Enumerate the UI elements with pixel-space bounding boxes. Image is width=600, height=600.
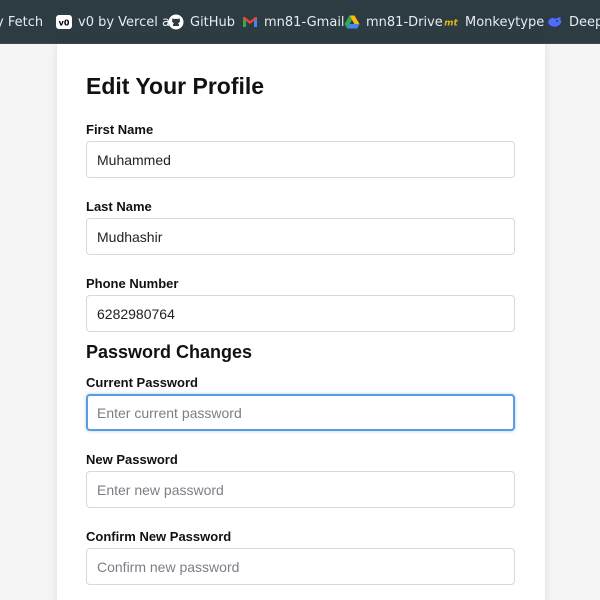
- bookmark-label: mn81-Gmail: [264, 14, 345, 30]
- current-password-label: Current Password: [86, 375, 198, 390]
- drive-icon: [344, 14, 360, 30]
- phone-number-label: Phone Number: [86, 276, 179, 291]
- bookmarks-bar: y Fetch v0 v0 by Vercel ai GitHub mn81-G…: [0, 0, 600, 44]
- bookmark-drive[interactable]: mn81-Drive: [344, 0, 443, 44]
- current-password-input[interactable]: [86, 394, 515, 431]
- bookmark-github[interactable]: GitHub: [168, 0, 235, 44]
- bookmark-gmail[interactable]: mn81-Gmail: [242, 0, 345, 44]
- first-name-label: First Name: [86, 122, 154, 137]
- bookmark-label: y Fetch: [0, 14, 44, 30]
- bookmark-label: v0 by Vercel ai: [78, 14, 174, 30]
- v0-logo-icon: v0: [56, 14, 72, 30]
- bookmark-label: DeepS: [569, 14, 600, 30]
- gmail-icon: [242, 14, 258, 30]
- password-section-title: Password Changes: [86, 342, 253, 362]
- bookmark-fetch[interactable]: y Fetch: [0, 0, 43, 44]
- new-password-label: New Password: [86, 452, 178, 467]
- bookmark-label: Monkeytype: [465, 14, 545, 30]
- bookmark-v0[interactable]: v0 v0 by Vercel ai: [56, 0, 174, 44]
- deepseek-icon: [547, 14, 563, 30]
- new-password-input[interactable]: [86, 471, 515, 508]
- last-name-label: Last Name: [86, 199, 152, 214]
- github-icon: [168, 14, 184, 30]
- bookmark-label: GitHub: [190, 14, 236, 30]
- page-title: Edit Your Profile: [86, 73, 265, 99]
- bookmark-deepseek[interactable]: DeepS: [547, 0, 600, 44]
- monkeytype-icon: mt: [443, 14, 459, 30]
- first-name-input[interactable]: [86, 141, 515, 178]
- confirm-password-input[interactable]: [86, 548, 515, 585]
- svg-text:v0: v0: [59, 19, 70, 28]
- bookmark-monkeytype[interactable]: mt Monkeytype: [443, 0, 544, 44]
- bookmark-label: mn81-Drive: [366, 14, 443, 30]
- phone-number-input[interactable]: [86, 295, 515, 332]
- svg-text:mt: mt: [444, 19, 458, 29]
- last-name-input[interactable]: [86, 218, 515, 255]
- confirm-password-label: Confirm New Password: [86, 529, 232, 544]
